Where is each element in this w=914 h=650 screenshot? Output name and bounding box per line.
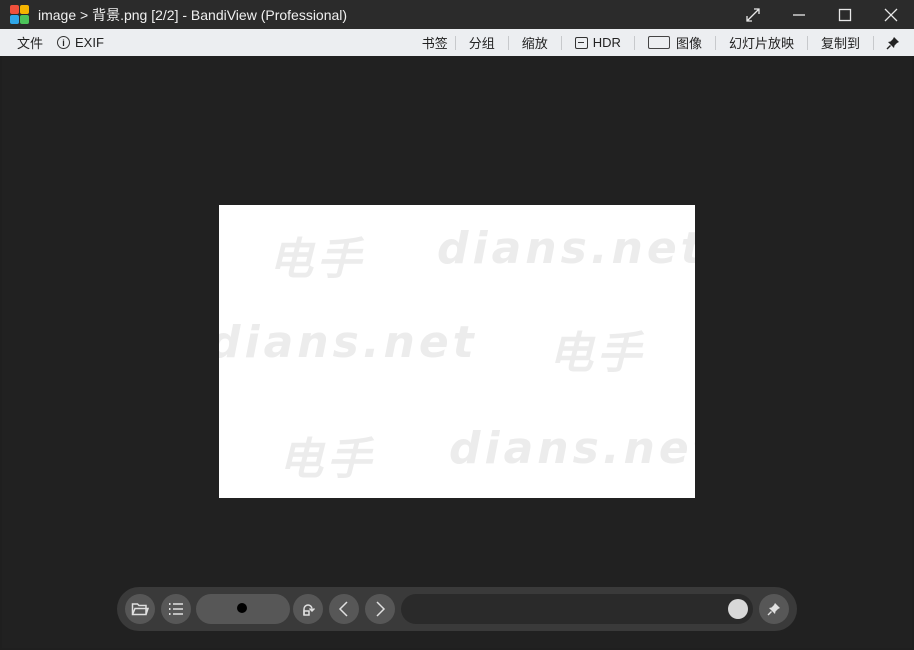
minimize-button[interactable] [776,0,822,29]
menu-hdr-label: HDR [592,35,621,50]
menu-split-label: 分组 [468,36,495,51]
menu-file[interactable]: 文件 [10,29,50,56]
minus-icon [205,601,221,617]
next-image-button[interactable] [365,594,395,624]
folder-icon [131,603,149,616]
bottom-toolbar [117,587,797,631]
info-icon: i [57,36,71,49]
menu-image-label: 图像 [675,36,702,51]
chevron-right-icon [376,601,386,617]
maximize-button[interactable] [822,0,868,29]
pin-toolbar-button[interactable] [759,594,789,624]
menu-file-label: 文件 [17,36,44,51]
file-list-button[interactable] [161,594,191,624]
title-bar: image > 背景.png [2/2] - BandiView (Profes… [0,0,914,29]
zoom-controls [196,594,290,624]
menu-image[interactable]: 图像 [635,29,715,56]
watermark-text: 电手 [549,328,645,379]
menu-zoom-label: 缩放 [521,36,548,51]
watermark-text: dians.net [219,317,478,368]
menu-bookmark[interactable]: 书签 [415,29,455,56]
maximize-icon [838,8,852,21]
menu-copy-to[interactable]: 复制到 [808,29,873,56]
bandiview-logo-icon [10,4,30,25]
menu-zoom[interactable]: 缩放 [509,29,561,56]
magnifier-icon [237,603,250,616]
pin-icon [767,603,780,616]
displayed-image: 电手 dians.net dians.net 电手 电手 dians.net [219,205,695,498]
zoom-in-button[interactable] [258,594,288,624]
menu-copy-to-label: 复制到 [820,36,860,51]
watermark-text: 电手 [279,434,375,485]
previous-image-button[interactable] [329,594,359,624]
open-folder-button[interactable] [125,594,155,624]
close-button[interactable] [868,0,914,29]
zoom-out-button[interactable] [198,594,228,624]
image-position-slider[interactable] [401,594,753,624]
image-size-icon [647,36,670,49]
menu-slideshow-label: 幻灯片放映 [728,36,794,51]
watermark-text: dians.net [449,423,695,474]
hdr-toggle-icon [574,36,588,49]
pin-icon [886,36,899,49]
menu-slideshow[interactable]: 幻灯片放映 [716,29,807,56]
image-viewer[interactable]: 电手 dians.net dians.net 电手 电手 dians.net [2,56,912,648]
menu-bookmark-label: 书签 [421,36,448,51]
menu-bar: 文件 i EXIF 书签 分组 缩放 HDR 图像 幻灯片放映 复制到 [0,29,914,56]
rotate-button[interactable] [293,594,323,624]
chevron-left-icon [338,601,348,617]
close-icon [884,8,898,21]
expand-icon [746,7,760,22]
plus-icon [266,602,280,616]
fullscreen-button[interactable] [730,0,776,29]
watermark-text: 电手 [269,234,365,285]
menu-split[interactable]: 分组 [456,29,508,56]
menu-exif[interactable]: i EXIF [50,29,111,56]
fit-zoom-button[interactable] [228,594,258,624]
menu-exif-label: EXIF [75,35,104,50]
watermark-text: dians.net [437,223,695,274]
list-icon [169,603,183,615]
window-title: image > 背景.png [2/2] - BandiView (Profes… [38,6,348,23]
menu-hdr[interactable]: HDR [562,29,634,56]
slider-thumb[interactable] [728,599,748,619]
pin-menu-button[interactable] [874,29,914,56]
minimize-icon [793,13,805,16]
rotate-icon [303,604,316,616]
